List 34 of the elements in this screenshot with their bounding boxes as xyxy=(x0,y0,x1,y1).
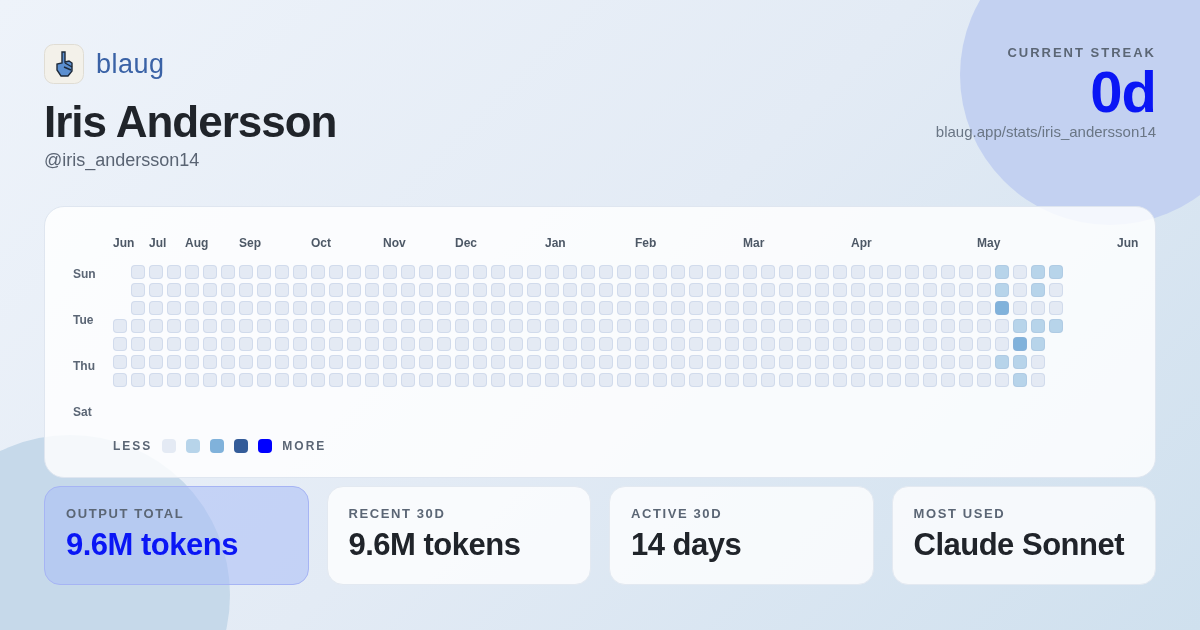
stat-label: ACTIVE 30D xyxy=(631,506,724,521)
profile-url: blaug.app/stats/iris_andersson14 xyxy=(935,123,1156,140)
stat-value: 9.6M tokens xyxy=(66,527,239,563)
stat-label: MOST USED xyxy=(913,506,1007,521)
month-label: Nov xyxy=(383,236,406,250)
weekday-label: Tue xyxy=(73,312,95,329)
month-label: Dec xyxy=(455,236,477,250)
brand-name: blaug xyxy=(96,48,165,80)
stat-label: OUTPUT TOTAL xyxy=(66,506,186,521)
month-label: Aug xyxy=(185,236,209,250)
profile-handle: @iris_andersson14 xyxy=(44,150,201,171)
stat-value: 9.6M tokens xyxy=(348,527,522,563)
month-label: Oct xyxy=(311,236,331,250)
profile-name: Iris Andersson xyxy=(44,96,337,148)
month-label: Apr xyxy=(851,236,872,250)
weekday-label: Sun xyxy=(73,266,97,283)
weekday-label: Sat xyxy=(73,404,93,421)
month-label: Jan xyxy=(545,236,566,250)
month-label: Jul xyxy=(149,236,167,250)
legend-label: MORE xyxy=(282,439,327,453)
stat-value: 14 days xyxy=(631,527,743,563)
streak-value: 0d xyxy=(1090,60,1156,124)
month-label: Feb xyxy=(635,236,657,250)
streak-label: CURRENT STREAK xyxy=(1007,45,1156,60)
month-label: Sep xyxy=(239,236,261,250)
stat-label: RECENT 30D xyxy=(348,506,447,521)
month-label: May xyxy=(977,236,1001,250)
month-label: Jun xyxy=(1117,236,1139,250)
month-label: Mar xyxy=(743,236,765,250)
month-label: Jun xyxy=(113,236,135,250)
legend-label: LESS xyxy=(113,439,153,453)
stat-value: Claude Sonnet xyxy=(913,527,1126,563)
hand-logo-icon xyxy=(44,44,84,84)
weekday-label: Thu xyxy=(73,358,96,375)
